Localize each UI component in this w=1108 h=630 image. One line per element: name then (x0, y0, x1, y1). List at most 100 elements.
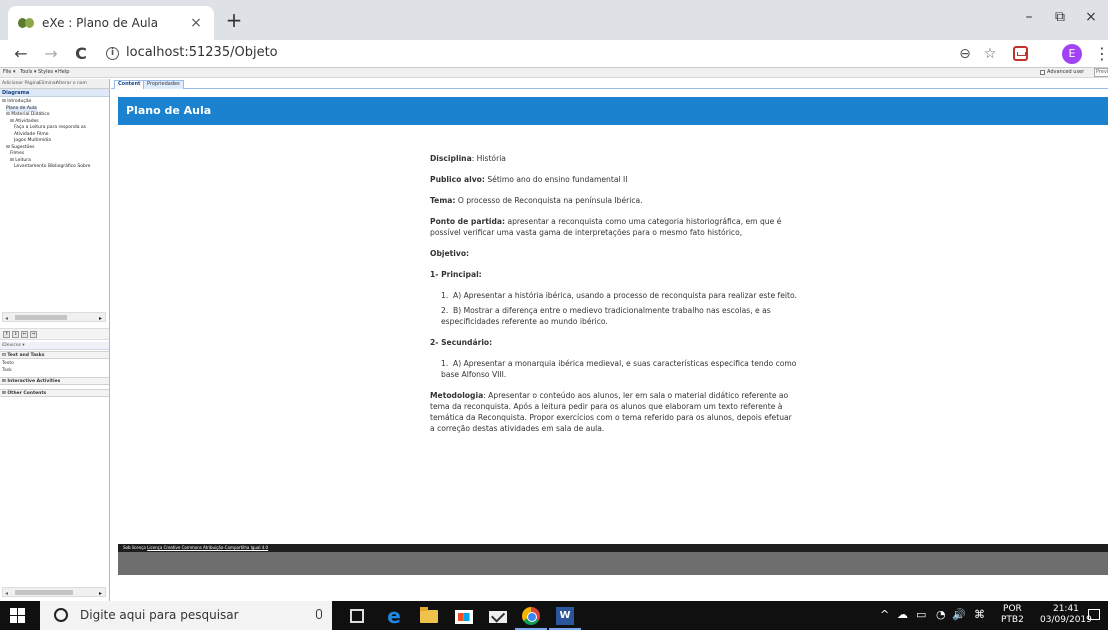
store-icon[interactable] (455, 610, 473, 624)
onedrive-icon[interactable]: ☁ (897, 608, 908, 621)
back-button[interactable]: ← (10, 43, 32, 65)
tree-node[interactable]: ⊟ Leitura (10, 158, 31, 164)
publico-value: Sétimo ano do ensino fundamental II (484, 175, 628, 184)
language-indicator[interactable]: POR PTB2 (1001, 604, 1024, 626)
tree-node[interactable]: Filmes (10, 151, 24, 157)
scroll-left-icon[interactable]: ◂ (5, 590, 8, 597)
tree-node[interactable]: Levantamento Bibliográfico Sobre (14, 164, 90, 170)
idevice-item[interactable]: Task (2, 367, 12, 374)
reload-button[interactable]: C (70, 43, 92, 65)
tema-value: O processo de Reconquista na península I… (455, 196, 643, 205)
list-item: 2. B) Mostrar a diferença entre o medievo… (441, 305, 798, 327)
tree-node[interactable]: ⊟ Introdução (2, 99, 31, 105)
list-number: 1. (441, 359, 449, 368)
tree-node[interactable]: ⊟ Sugestões (6, 145, 35, 151)
outline-horizontal-scrollbar[interactable]: ◂ ▸ (2, 312, 106, 322)
metodologia-value: : Apresentar o conteúdo aos alunos, ler … (430, 391, 792, 433)
restore-button[interactable]: ⧉ (1045, 6, 1075, 28)
ponto-label: Ponto de partida: (430, 217, 506, 226)
word-icon[interactable]: W (556, 607, 574, 625)
rename-page-button[interactable]: Alterar o nom (56, 81, 87, 86)
disciplina-paragraph: Disciplina: História (430, 153, 798, 164)
content-tabbar: Content Propriedades (111, 79, 1108, 89)
tab-close-icon[interactable]: × (188, 15, 204, 31)
taskbar-search-box[interactable]: Digite aqui para pesquisar (40, 601, 332, 630)
idevice-category-header[interactable]: ⊟ Text and Tasks (0, 351, 109, 359)
windows-start-icon[interactable] (10, 608, 25, 623)
list-text: A) Apresentar a história ibérica, usando… (453, 291, 797, 300)
delete-page-button[interactable]: Eliminar (39, 81, 57, 86)
license-prefix: Sob licença (123, 545, 148, 550)
tree-node[interactable]: ⊟ Material Didático (6, 112, 49, 118)
chrome-icon[interactable] (522, 607, 540, 625)
idevice-category-header[interactable]: ⊞ Interactive Activities (0, 377, 109, 385)
tray-expand-icon[interactable]: ^ (880, 608, 889, 621)
clock-time: 21:41 (1052, 604, 1079, 614)
menu-file[interactable]: File ▾ (3, 69, 15, 75)
task-view-icon[interactable] (350, 609, 364, 623)
tree-node[interactable]: Faça a Leitura para responda as (14, 125, 86, 131)
promote-button[interactable]: ⇐ (21, 331, 28, 338)
system-clock[interactable]: 21:41 03/09/2019 (1040, 604, 1092, 626)
list-item: 1. A) Apresentar a história ibérica, usan… (441, 290, 798, 301)
move-up-button[interactable]: ⇑ (3, 331, 10, 338)
metodologia-paragraph: Metodologia: Apresentar o conteúdo aos a… (430, 390, 798, 434)
clock-date: 03/09/2019 (1040, 615, 1092, 625)
demote-button[interactable]: ⇒ (30, 331, 37, 338)
idevices-horizontal-scrollbar[interactable]: ◂ ▸ (2, 587, 106, 597)
tree-node[interactable]: Jogos Multimídia (14, 138, 51, 144)
scroll-left-icon[interactable]: ◂ (5, 315, 8, 322)
tree-node[interactable]: Plano de Aula (6, 105, 37, 112)
scroll-right-icon[interactable]: ▸ (99, 315, 102, 322)
list-number: 2. (441, 306, 449, 315)
menu-help[interactable]: Help (58, 69, 69, 75)
license-text: Sob licença Licença Creative Commons Atr… (123, 545, 268, 550)
new-tab-button[interactable]: + (222, 8, 246, 32)
forward-button[interactable]: → (40, 43, 62, 65)
scroll-thumb[interactable] (15, 590, 73, 595)
microphone-icon[interactable] (316, 609, 322, 619)
close-window-button[interactable]: × (1076, 6, 1106, 28)
tab-content[interactable]: Content (114, 80, 145, 89)
menu-tools[interactable]: Tools ▾ (20, 69, 36, 75)
advanced-user-toggle[interactable]: Advanced user (1040, 69, 1084, 75)
license-link[interactable]: Licença Creative Commons Atribuição-Comp… (147, 545, 268, 550)
zoom-icon[interactable]: ⊖ (955, 44, 975, 64)
outline-toolbar: Adicionar Página Eliminar Alterar o nom (0, 79, 109, 89)
network-icon[interactable]: ⌘ (974, 608, 985, 621)
keyboard-layout: PTB2 (1001, 615, 1024, 625)
url-text[interactable]: localhost:51235/Objeto (126, 45, 278, 60)
notification-icon[interactable] (1088, 609, 1100, 620)
minimize-button[interactable]: – (1014, 6, 1044, 28)
add-page-button[interactable]: Adicionar Página (2, 81, 39, 86)
move-node-toolbar: ⇑ ⇓ ⇐ ⇒ (0, 328, 109, 340)
idevices-header[interactable]: iDevices ▾ (0, 342, 109, 350)
file-explorer-icon[interactable] (420, 607, 438, 623)
list-text: B) Mostrar a diferença entre o medievo t… (441, 306, 771, 326)
browser-menu-icon[interactable]: ⋮ (1094, 44, 1108, 63)
cortana-icon (54, 608, 68, 622)
volume-icon[interactable]: 🔊 (952, 608, 966, 621)
page-preview: Plano de Aula Disciplina: História Publi… (118, 97, 1108, 575)
profile-avatar[interactable]: E (1062, 44, 1082, 64)
menu-styles[interactable]: Styles ▾ (38, 69, 57, 75)
idevice-item[interactable]: Texto (2, 360, 14, 367)
tab-properties[interactable]: Propriedades (143, 80, 184, 89)
wifi-icon[interactable]: ◔ (936, 608, 946, 621)
site-info-icon[interactable]: i (106, 47, 119, 60)
preview-button[interactable]: Previ (1094, 68, 1108, 77)
battery-icon[interactable]: ▭ (916, 608, 926, 621)
idevice-category-header[interactable]: ⊞ Other Contents (0, 389, 109, 397)
move-down-button[interactable]: ⇓ (12, 331, 19, 338)
scroll-thumb[interactable] (15, 315, 67, 320)
bookmark-star-icon[interactable]: ☆ (980, 44, 1000, 64)
tree-node[interactable]: Atividade Filme (14, 132, 49, 138)
tree-node[interactable]: ⊟ Atividades (10, 119, 39, 125)
scroll-right-icon[interactable]: ▸ (99, 590, 102, 597)
mail-icon[interactable] (489, 611, 507, 623)
outline-title: Diagrama (0, 89, 109, 97)
extension-icon[interactable] (1013, 46, 1028, 61)
edge-icon[interactable]: e (385, 606, 403, 626)
advanced-user-checkbox[interactable] (1040, 69, 1045, 75)
browser-tab[interactable]: eXe : Plano de Aula × (8, 6, 214, 40)
